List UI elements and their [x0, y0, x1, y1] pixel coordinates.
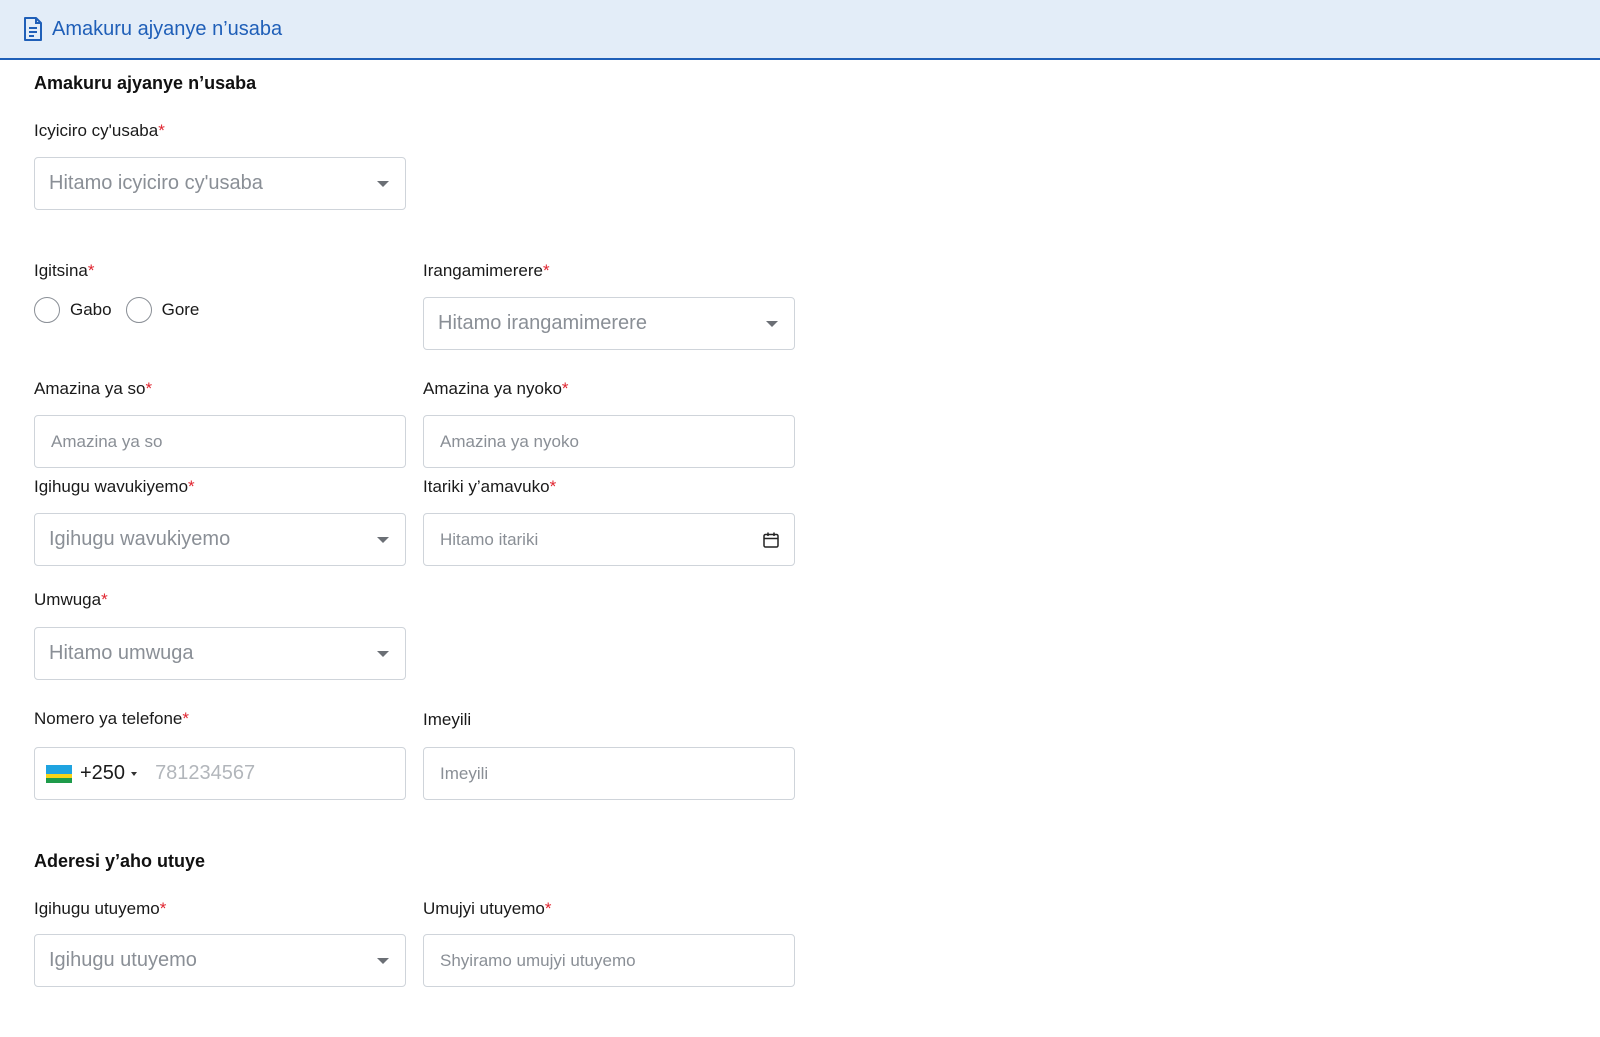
- birth-date-placeholder: Hitamo itariki: [440, 529, 539, 549]
- occupation-label: Umwuga*: [34, 590, 108, 609]
- email-label: Imeyili: [423, 710, 472, 729]
- father-name-label: Amazina ya so*: [34, 379, 153, 398]
- occupation-placeholder: Hitamo umwuga: [49, 642, 194, 664]
- chevron-down-icon: [377, 180, 389, 187]
- birth-date-label: Itariki y’amavuko*: [423, 477, 557, 496]
- residence-city-placeholder: Shyiramo umujyi utuyemo: [440, 950, 636, 970]
- residence-city-input[interactable]: Shyiramo umujyi utuyemo: [423, 934, 795, 987]
- caret-down-icon[interactable]: [131, 771, 138, 776]
- phone-dial-code[interactable]: +250: [80, 762, 125, 785]
- email-input[interactable]: Imeyili: [423, 747, 795, 800]
- applicant-category-select[interactable]: Hitamo icyiciro cy'usaba: [34, 157, 406, 210]
- gender-option-male-label: Gabo: [70, 300, 112, 319]
- gender-option-female-label: Gore: [161, 300, 200, 319]
- section-title-applicant: Amakuru ajyanye n’usaba: [34, 73, 257, 93]
- calendar-icon[interactable]: [762, 531, 780, 549]
- birth-country-select[interactable]: Igihugu wavukiyemo: [34, 513, 406, 566]
- residence-country-label: Igihugu utuyemo*: [34, 899, 167, 918]
- id-type-label: Irangamimerere*: [423, 261, 550, 280]
- id-type-placeholder: Hitamo irangamimerere: [438, 312, 647, 334]
- rwanda-flag-icon[interactable]: [46, 764, 72, 783]
- phone-input[interactable]: +250 781234567: [34, 747, 406, 800]
- id-type-select[interactable]: Hitamo irangamimerere: [423, 297, 795, 350]
- birth-country-label: Igihugu wavukiyemo*: [34, 477, 195, 496]
- gender-radio-female[interactable]: [125, 297, 152, 323]
- mother-name-label: Amazina ya nyoko*: [423, 379, 569, 398]
- residence-city-label: Umujyi utuyemo*: [423, 899, 552, 918]
- document-icon: [22, 16, 44, 42]
- occupation-select[interactable]: Hitamo umwuga: [34, 627, 406, 680]
- applicant-category-placeholder: Hitamo icyiciro cy'usaba: [49, 172, 263, 194]
- gender-radio-group: Gabo Gore: [34, 297, 213, 323]
- email-placeholder: Imeyili: [440, 763, 489, 783]
- birth-date-input[interactable]: Hitamo itariki: [423, 513, 795, 566]
- residence-country-select[interactable]: Igihugu utuyemo: [34, 934, 406, 987]
- phone-label: Nomero ya telefone*: [34, 709, 189, 728]
- mother-name-input[interactable]: Amazina ya nyoko: [423, 415, 795, 468]
- chevron-down-icon: [766, 320, 778, 327]
- page-header: Amakuru ajyanye n’usaba: [0, 0, 1600, 60]
- birth-country-placeholder: Igihugu wavukiyemo: [49, 528, 231, 550]
- chevron-down-icon: [377, 536, 389, 543]
- chevron-down-icon: [377, 957, 389, 964]
- chevron-down-icon: [377, 650, 389, 657]
- phone-placeholder: 781234567: [155, 762, 256, 784]
- residence-country-placeholder: Igihugu utuyemo: [49, 949, 197, 971]
- gender-label: Igitsina*: [34, 261, 95, 280]
- section-title-address: Aderesi y’aho utuye: [34, 851, 206, 871]
- mother-name-placeholder: Amazina ya nyoko: [440, 431, 579, 451]
- gender-radio-male[interactable]: [34, 297, 60, 323]
- father-name-input[interactable]: Amazina ya so: [34, 415, 406, 468]
- applicant-category-label: Icyiciro cy'usaba*: [34, 121, 165, 140]
- header-title: Amakuru ajyanye n’usaba: [52, 17, 283, 40]
- father-name-placeholder: Amazina ya so: [51, 431, 163, 451]
